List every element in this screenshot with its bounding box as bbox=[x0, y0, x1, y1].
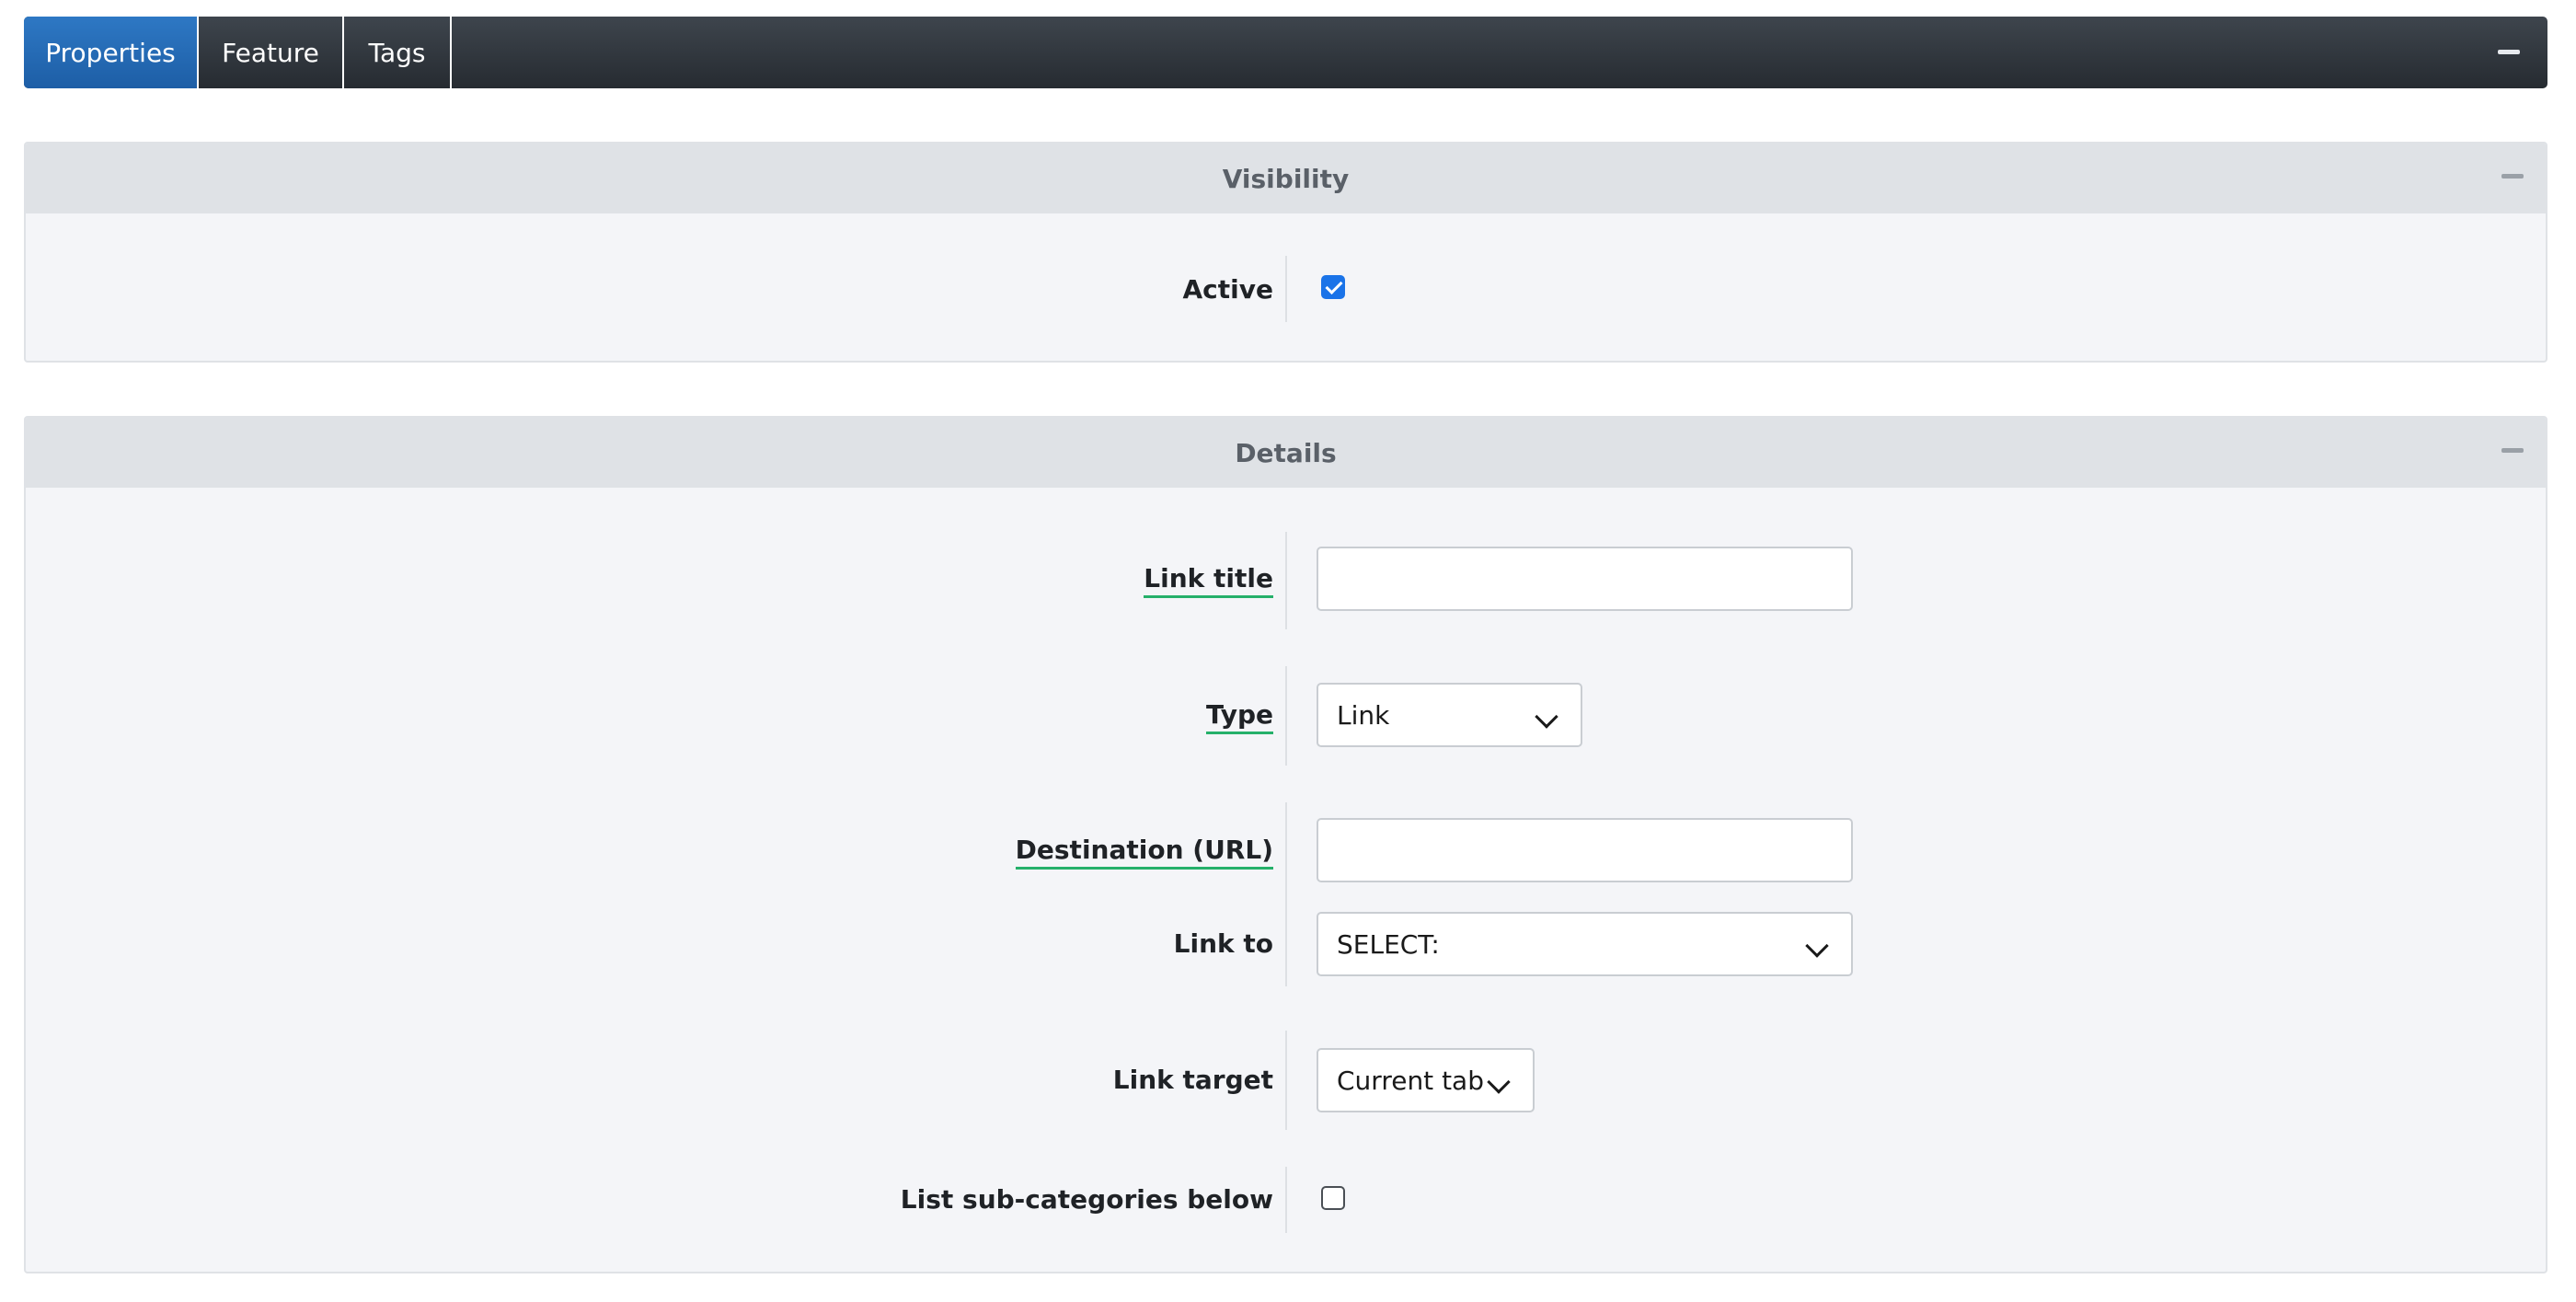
subcategories-checkbox[interactable] bbox=[1321, 1186, 1345, 1210]
field-divider bbox=[1285, 1167, 1287, 1233]
type-label: Type bbox=[1205, 699, 1273, 734]
tab-feature[interactable]: Feature bbox=[199, 17, 344, 88]
link-to-label: Link to bbox=[1173, 928, 1273, 959]
visibility-panel-header[interactable]: Visibility bbox=[26, 144, 2546, 213]
tab-bar: Properties Feature Tags bbox=[24, 17, 2547, 88]
chevron-down-icon bbox=[1487, 1070, 1511, 1094]
tab-tags[interactable]: Tags bbox=[344, 17, 452, 88]
tab-properties[interactable]: Properties bbox=[24, 17, 199, 88]
link-to-select-value: SELECT: bbox=[1337, 928, 1440, 960]
link-target-select-value: Current tab bbox=[1337, 1065, 1484, 1096]
chevron-down-icon bbox=[1535, 705, 1558, 729]
type-select-value: Link bbox=[1337, 699, 1390, 731]
type-select[interactable]: Link bbox=[1317, 683, 1582, 747]
active-checkbox[interactable] bbox=[1321, 275, 1345, 299]
link-target-select[interactable]: Current tab bbox=[1317, 1048, 1535, 1112]
destination-label: Destination (URL) bbox=[1015, 835, 1273, 870]
details-panel: Details Link title Type Link Destination… bbox=[24, 416, 2547, 1273]
field-divider bbox=[1285, 1031, 1287, 1130]
visibility-collapse-minus-icon[interactable] bbox=[2501, 174, 2524, 179]
chevron-down-icon bbox=[1805, 934, 1829, 958]
field-divider bbox=[1285, 532, 1287, 629]
field-divider bbox=[1285, 256, 1287, 322]
subcategories-label: List sub-categories below bbox=[900, 1184, 1273, 1215]
collapse-minus-icon[interactable] bbox=[2498, 50, 2520, 54]
visibility-panel-title: Visibility bbox=[1222, 163, 1350, 194]
field-divider bbox=[1285, 802, 1287, 986]
details-collapse-minus-icon[interactable] bbox=[2501, 448, 2524, 453]
link-title-input[interactable] bbox=[1317, 547, 1853, 611]
link-title-label: Link title bbox=[1144, 563, 1273, 598]
link-to-select[interactable]: SELECT: bbox=[1317, 912, 1853, 976]
details-panel-title: Details bbox=[1235, 437, 1337, 468]
destination-url-input[interactable] bbox=[1317, 818, 1853, 882]
field-divider bbox=[1285, 666, 1287, 766]
visibility-panel: Visibility Active bbox=[24, 142, 2547, 363]
link-target-label: Link target bbox=[1112, 1065, 1273, 1095]
details-panel-header[interactable]: Details bbox=[26, 418, 2546, 488]
active-label: Active bbox=[1182, 274, 1274, 305]
